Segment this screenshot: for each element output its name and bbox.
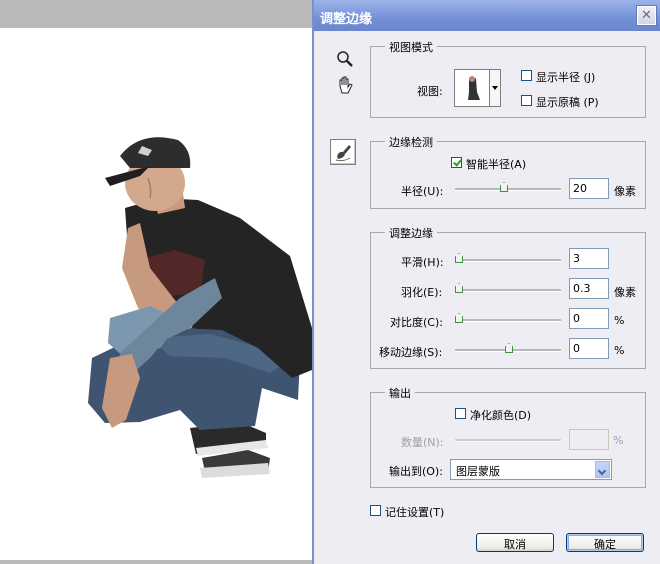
decontaminate-checkbox[interactable]	[455, 408, 466, 419]
feather-slider-knob[interactable]	[455, 283, 463, 293]
remember-settings-checkbox[interactable]	[370, 505, 381, 516]
view-dropdown-arrow[interactable]	[490, 69, 501, 107]
show-radius-checkbox[interactable]	[521, 70, 532, 81]
close-icon: ✕	[641, 8, 652, 23]
contrast-unit: %	[614, 314, 625, 327]
dialog-body: 视图模式 视图: 显示半径 (J) 显示原稿 (P) 边缘检测 智能半径(A) …	[314, 31, 660, 564]
output-to-label: 输出到(O):	[389, 465, 443, 478]
remember-settings-label: 记住设置(T)	[385, 506, 445, 519]
amount-unit: %	[613, 434, 624, 447]
ok-button[interactable]: 确定	[566, 533, 644, 552]
smart-radius-label: 智能半径(A)	[466, 158, 527, 171]
zoom-tool-button[interactable]	[334, 48, 356, 70]
amount-label: 数量(N):	[401, 436, 444, 449]
view-mode-title: 视图模式	[385, 39, 437, 55]
contrast-slider-track[interactable]	[455, 319, 561, 322]
radius-input[interactable]: 20	[569, 178, 609, 199]
smooth-slider-knob[interactable]	[455, 253, 463, 263]
view-thumbnail[interactable]	[454, 69, 490, 107]
radius-label: 半径(U):	[401, 185, 444, 198]
shift-edge-label: 移动边缘(S):	[379, 346, 443, 359]
output-to-value: 图层蒙版	[456, 465, 500, 478]
image-canvas[interactable]	[0, 28, 312, 560]
refine-radius-tool-button[interactable]	[330, 139, 356, 165]
close-button[interactable]: ✕	[636, 5, 657, 26]
output-title: 输出	[385, 385, 415, 401]
canvas-top-strip	[0, 0, 312, 28]
contrast-input[interactable]: 0	[569, 308, 609, 329]
contrast-label: 对比度(C):	[390, 316, 443, 329]
feather-slider-track[interactable]	[455, 289, 561, 292]
canvas-bottom-strip	[0, 560, 312, 564]
edge-detection-title: 边缘检测	[385, 134, 437, 150]
cancel-button[interactable]: 取消	[476, 533, 554, 552]
brush-icon	[335, 145, 351, 162]
hand-icon	[339, 76, 353, 94]
chevron-down-icon[interactable]	[595, 461, 610, 478]
smooth-slider-track[interactable]	[455, 259, 561, 262]
show-original-checkbox[interactable]	[521, 95, 532, 106]
radius-unit: 像素	[614, 185, 636, 198]
show-original-label: 显示原稿 (P)	[536, 96, 599, 109]
radius-slider-track[interactable]	[455, 188, 561, 191]
decontaminate-label: 净化颜色(D)	[470, 409, 532, 422]
amount-slider-track	[455, 439, 561, 442]
adjust-edge-title: 调整边缘	[385, 225, 437, 241]
refine-edge-dialog: 调整边缘 ✕ 视图模式 视图: 显示半径 (J) 显示原稿 (P) 边缘检测 智…	[312, 0, 660, 564]
dialog-title: 调整边缘	[320, 12, 373, 27]
feather-label: 羽化(E):	[401, 286, 443, 299]
magnifier-icon	[337, 51, 353, 67]
hand-tool-button[interactable]	[334, 74, 356, 96]
feather-input[interactable]: 0.3	[569, 278, 609, 299]
smooth-label: 平滑(H):	[401, 256, 444, 269]
shift-edge-slider-knob[interactable]	[505, 343, 513, 353]
smart-radius-checkbox[interactable]	[451, 157, 462, 168]
smooth-input[interactable]: 3	[569, 248, 609, 269]
feather-unit: 像素	[614, 286, 636, 299]
view-thumbnail-icon	[455, 70, 489, 106]
photo-crouching-man	[88, 137, 312, 478]
shift-edge-unit: %	[614, 344, 625, 357]
shift-edge-input[interactable]: 0	[569, 338, 609, 359]
dialog-title-bar[interactable]: 调整边缘 ✕	[314, 0, 660, 31]
output-to-select[interactable]: 图层蒙版	[450, 459, 612, 480]
contrast-slider-knob[interactable]	[455, 313, 463, 323]
radius-slider-knob[interactable]	[500, 182, 508, 192]
view-label: 视图:	[417, 85, 443, 98]
amount-input	[569, 429, 609, 450]
show-radius-label: 显示半径 (J)	[536, 71, 596, 84]
view-mode-group: 视图模式	[370, 39, 646, 118]
